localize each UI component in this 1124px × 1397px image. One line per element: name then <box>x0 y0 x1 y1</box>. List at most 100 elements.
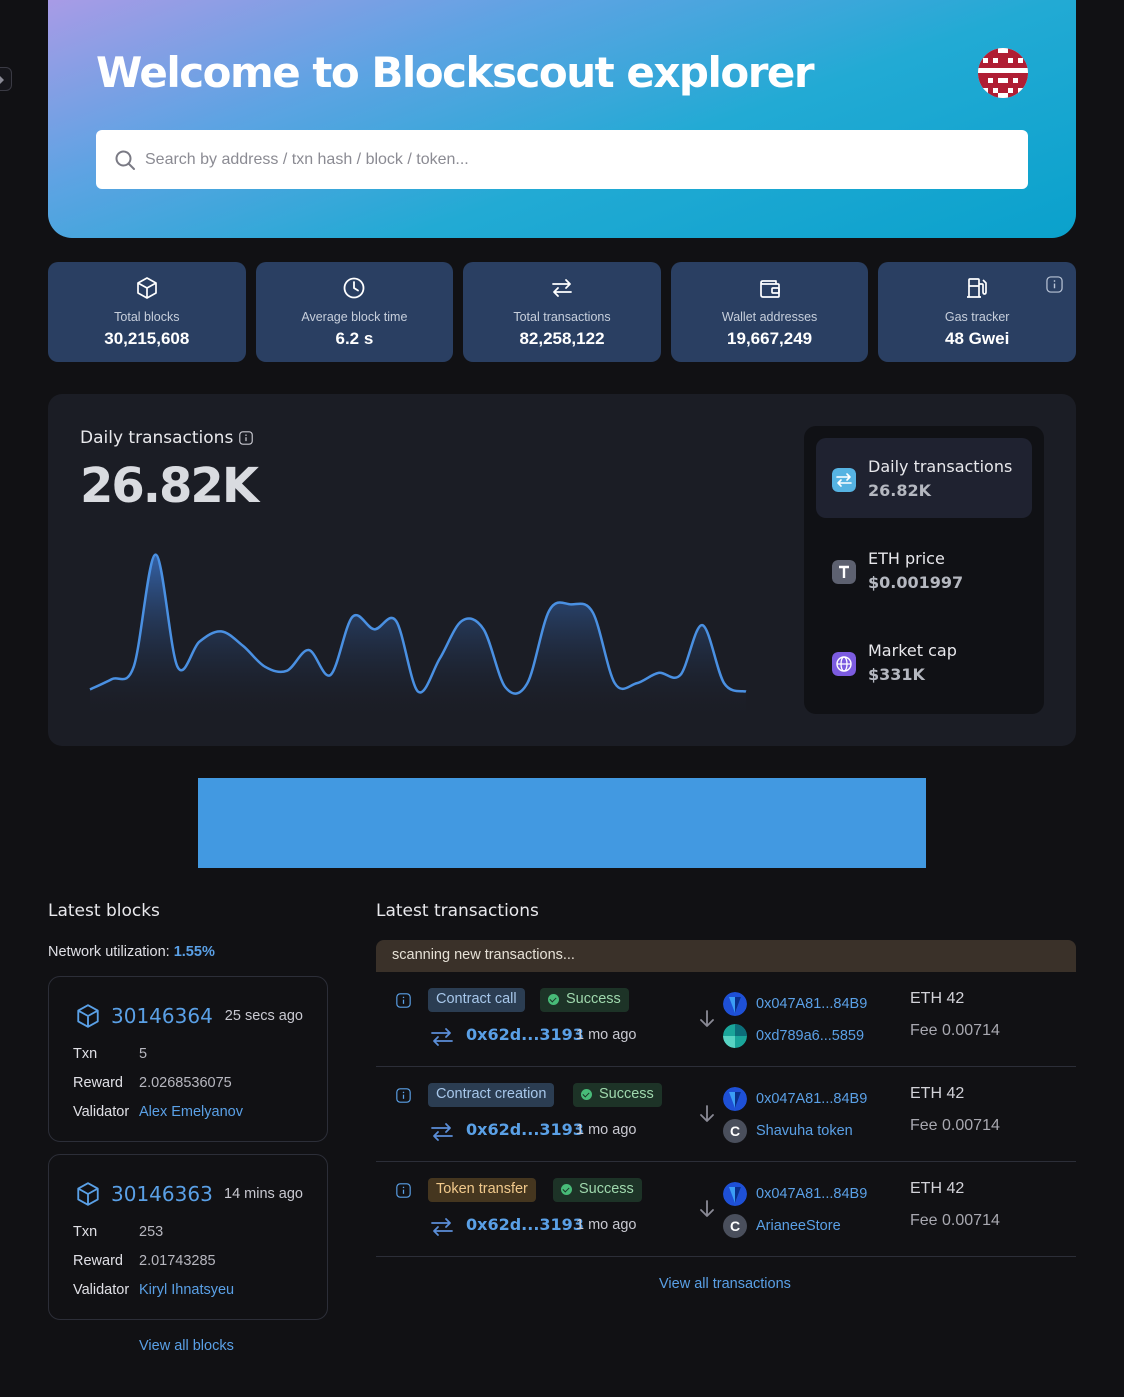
block-reward-label: Reward <box>73 1253 123 1269</box>
user-avatar[interactable] <box>978 48 1028 98</box>
block-txn-label: Txn <box>73 1046 98 1062</box>
transaction-fee: Fee 0.00714 <box>910 1022 1000 1040</box>
latest-blocks-title: Latest blocks <box>48 901 160 921</box>
network-utilization: Network utilization: 1.55% <box>48 944 215 960</box>
view-all-transactions-link[interactable]: View all transactions <box>659 1276 791 1292</box>
fee-value: 0.00714 <box>942 1022 1000 1039</box>
fee-label: Fee <box>910 1117 938 1134</box>
transfer-arrows-icon <box>431 1028 453 1046</box>
cube-icon <box>77 1182 99 1206</box>
stat-wallet-addresses: Wallet addresses 19,667,249 <box>670 262 869 362</box>
panel-item-label: Market cap <box>868 641 957 660</box>
arrow-down-icon <box>700 1010 714 1027</box>
daily-transactions-card: Daily transactions 26.82K Daily transact… <box>48 394 1076 746</box>
stat-total-transactions: Total transactions 82,258,122 <box>463 262 661 362</box>
block-validator-label: Validator <box>73 1104 130 1120</box>
stat-label: Average block time <box>301 310 408 324</box>
block-reward-value: 2.0268536075 <box>139 1075 232 1091</box>
clock-icon <box>343 277 365 299</box>
stat-label: Total blocks <box>114 310 180 324</box>
to-token-link[interactable]: ArianeeStore <box>756 1218 841 1234</box>
from-address-link[interactable]: 0x047A81...84B9 <box>756 1186 867 1202</box>
panel-item-value: 26.82K <box>868 481 932 500</box>
block-validator-link[interactable]: Alex Emelyanov <box>139 1104 243 1120</box>
stat-total-blocks: Total blocks 30,215,608 <box>48 262 246 362</box>
arrow-down-icon <box>700 1105 714 1122</box>
block-validator-link[interactable]: Kiryl Ihnatsyeu <box>139 1282 234 1298</box>
transfer-arrows-icon <box>552 279 572 297</box>
block-txn-value: 5 <box>139 1046 148 1062</box>
transaction-type-badge: Contract creation <box>428 1083 555 1107</box>
ad-banner[interactable] <box>198 778 926 868</box>
stats-row: Total blocks 30,215,608 Average block ti… <box>48 262 1076 362</box>
info-icon[interactable] <box>396 993 411 1008</box>
panel-item-daily-transactions[interactable]: Daily transactions 26.82K <box>816 438 1032 518</box>
view-all-blocks-link[interactable]: View all blocks <box>139 1338 234 1354</box>
contract-c-icon: C <box>723 1214 747 1238</box>
transfer-arrows-icon <box>431 1123 453 1141</box>
network-utilization-label: Network utilization: <box>48 944 170 960</box>
stat-value: 6.2 s <box>335 329 374 348</box>
stat-gas-tracker[interactable]: Gas tracker 48 Gwei <box>878 262 1076 362</box>
info-icon[interactable] <box>1046 276 1063 293</box>
cube-icon <box>77 1004 99 1028</box>
block-number-link[interactable]: 30146363 <box>111 1182 213 1206</box>
transaction-value: ETH 42 <box>910 1180 965 1197</box>
token-t-icon <box>832 560 856 584</box>
network-utilization-value: 1.55% <box>173 944 215 960</box>
globe-icon <box>832 652 856 676</box>
address-identicon-icon <box>723 1087 747 1111</box>
contract-c-icon: C <box>723 1119 747 1143</box>
search-icon <box>115 150 135 170</box>
panel-item-value: $331K <box>868 665 925 684</box>
stat-label: Total transactions <box>513 310 611 324</box>
gas-pump-icon <box>967 278 988 298</box>
transaction-hash-link[interactable]: 0x62d...3193 <box>466 1215 584 1234</box>
block-card: 30146363 14 mins ago Txn 253 Reward 2.01… <box>48 1154 328 1320</box>
info-icon[interactable] <box>239 431 254 445</box>
block-validator-row: Validator Alex Emelyanov <box>73 1104 243 1120</box>
transaction-age: 1 mo ago <box>576 1217 637 1233</box>
check-circle-icon <box>548 994 559 1005</box>
stat-value: 30,215,608 <box>104 329 190 348</box>
info-icon[interactable] <box>396 1183 411 1198</box>
from-address-link[interactable]: 0x047A81...84B9 <box>756 996 867 1012</box>
to-address-link[interactable]: 0xd789a6...5859 <box>756 1028 864 1044</box>
cube-icon <box>136 277 157 299</box>
transaction-row: Contract call Success 0x62d...3193 1 mo … <box>376 972 1076 1067</box>
stat-average-block-time: Average block time 6.2 s <box>255 262 454 362</box>
check-circle-icon <box>561 1184 572 1195</box>
wallet-icon <box>759 280 780 298</box>
status-badge: Success <box>540 988 629 1012</box>
panel-item-label: ETH price <box>868 549 945 568</box>
panel-item-label: Daily transactions <box>868 457 1013 476</box>
block-age: 25 secs ago <box>224 1008 303 1024</box>
block-age: 14 mins ago <box>224 1186 303 1202</box>
transaction-age: 1 mo ago <box>576 1122 637 1138</box>
transaction-fee: Fee 0.00714 <box>910 1117 1000 1135</box>
info-icon[interactable] <box>396 1088 411 1103</box>
search-input[interactable] <box>145 130 1005 189</box>
sidebar-expand-toggle[interactable] <box>0 67 12 91</box>
fee-value: 0.00714 <box>942 1117 1000 1134</box>
status-badge: Success <box>553 1178 642 1202</box>
transaction-hash-link[interactable]: 0x62d...3193 <box>466 1025 584 1044</box>
transaction-hash-link[interactable]: 0x62d...3193 <box>466 1120 584 1139</box>
search-bar[interactable] <box>96 130 1028 189</box>
chart-selector-panel: Daily transactions 26.82K ETH price $0.0… <box>804 426 1044 714</box>
fee-label: Fee <box>910 1212 938 1229</box>
block-reward-row: Reward 2.01743285 <box>73 1253 216 1269</box>
transaction-age: 1 mo ago <box>576 1027 637 1043</box>
daily-transactions-chart[interactable] <box>88 534 748 714</box>
panel-item-market-cap[interactable]: Market cap $331K <box>816 622 1032 702</box>
fee-value: 0.00714 <box>942 1212 1000 1229</box>
block-number-link[interactable]: 30146364 <box>111 1004 213 1028</box>
block-txn-label: Txn <box>73 1224 98 1240</box>
check-circle-icon <box>581 1089 592 1100</box>
status-badge-label: Success <box>579 1181 634 1197</box>
to-token-link[interactable]: Shavuha token <box>756 1123 853 1139</box>
from-address-link[interactable]: 0x047A81...84B9 <box>756 1091 867 1107</box>
hero-banner: Welcome to Blockscout explorer <box>48 0 1076 238</box>
stat-label: Gas tracker <box>944 310 1010 324</box>
panel-item-eth-price[interactable]: ETH price $0.001997 <box>816 530 1032 610</box>
